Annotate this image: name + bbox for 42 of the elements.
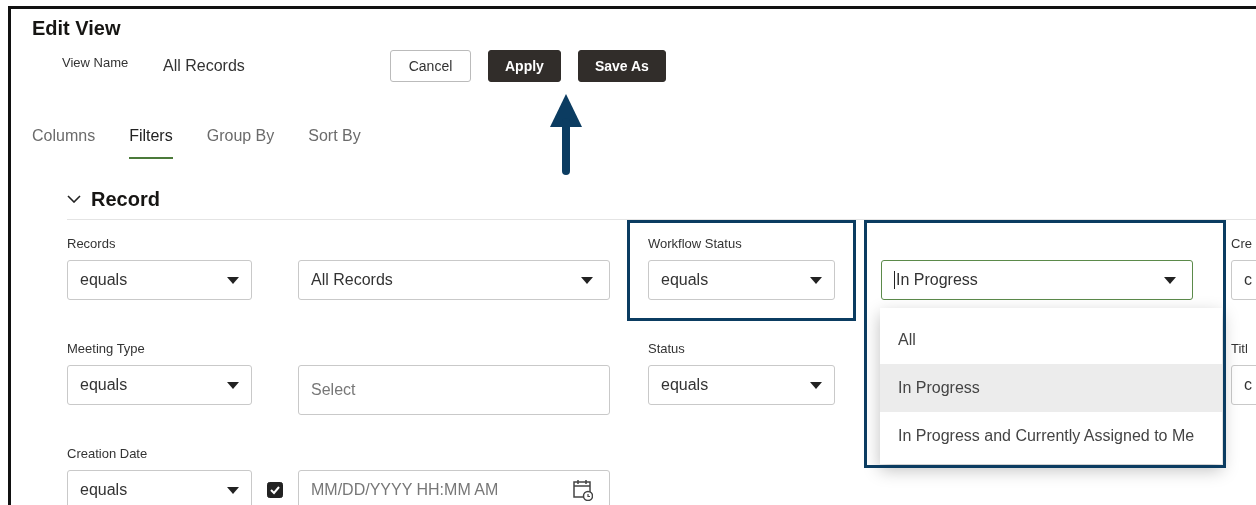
date-field[interactable]: MM/DD/YYYY HH:MM AM xyxy=(298,470,610,505)
view-name-label: View Name xyxy=(62,54,130,70)
filter-label: Status xyxy=(648,341,685,358)
view-name-value: All Records xyxy=(163,57,246,75)
caret-icon xyxy=(227,381,239,389)
primary-button[interactable]: Save As xyxy=(577,50,666,82)
filter-label: Creation Date xyxy=(67,446,148,463)
primary-button[interactable]: Apply xyxy=(488,50,561,82)
select-field[interactable]: Select xyxy=(298,365,610,415)
tab[interactable]: Columns xyxy=(32,121,96,159)
caret-icon xyxy=(227,276,239,284)
tab[interactable]: Filters xyxy=(129,121,173,159)
caret-icon xyxy=(227,486,239,494)
filter-label: Cre xyxy=(1231,236,1252,253)
filter-label: Meeting Type xyxy=(67,341,145,358)
operator-dropdown[interactable]: equals xyxy=(648,365,835,405)
section-title: Record xyxy=(91,187,160,211)
dropdown-option[interactable]: In Progress xyxy=(880,364,1222,412)
filter-label: Titl xyxy=(1231,341,1248,358)
caret-icon xyxy=(810,276,822,284)
filter-label: Records xyxy=(67,236,116,253)
filter-label: Workflow Status xyxy=(648,236,742,253)
operator-dropdown[interactable]: equals xyxy=(67,260,252,300)
tab[interactable]: Sort By xyxy=(308,121,361,159)
chevron-icon[interactable] xyxy=(67,195,81,203)
operator-dropdown[interactable]: c xyxy=(1231,260,1256,300)
dropdown-option[interactable]: In Progress and Currently Assigned to Me xyxy=(880,412,1222,460)
caret-icon xyxy=(1164,276,1176,284)
calendar-icon xyxy=(573,479,593,501)
window-title: Edit View xyxy=(32,17,122,41)
cancel-button[interactable]: Cancel xyxy=(390,50,471,82)
operator-dropdown[interactable]: equals xyxy=(67,470,252,505)
tab[interactable]: Group By xyxy=(206,121,275,159)
value-dropdown[interactable]: All Records xyxy=(298,260,610,300)
operator-dropdown[interactable]: equals xyxy=(648,260,835,300)
checkbox[interactable] xyxy=(267,482,283,498)
operator-dropdown[interactable]: c xyxy=(1231,365,1256,405)
operator-dropdown[interactable]: equals xyxy=(67,365,252,405)
value-combobox[interactable]: In Progress xyxy=(881,260,1193,300)
dropdown-option[interactable]: All xyxy=(880,316,1222,364)
caret-icon xyxy=(581,276,593,284)
caret-icon xyxy=(810,381,822,389)
